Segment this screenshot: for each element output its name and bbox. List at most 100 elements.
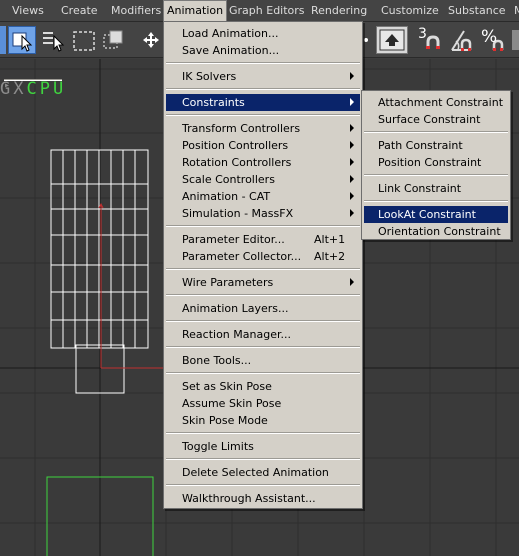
submenu-item-link-constraint[interactable]: Link Constraint [364, 180, 508, 197]
submenu-arrow-icon [350, 141, 354, 149]
menu-item-label: IK Solvers [182, 70, 237, 83]
menu-separator [166, 88, 360, 90]
rectangle-selection-icon [73, 31, 95, 51]
submenu-arrow-icon [350, 98, 354, 106]
menu-modifiers[interactable]: Modifiers [108, 0, 164, 22]
toolbar-overflow[interactable] [510, 26, 519, 54]
menu-item-label: Scale Controllers [182, 173, 275, 186]
menu-graph-editors[interactable]: Graph Editors [226, 0, 308, 22]
menu-item-label: Save Animation... [182, 44, 280, 57]
select-by-name-button[interactable] [40, 26, 66, 54]
angle-snap-button[interactable] [448, 26, 476, 54]
menu-separator [364, 131, 508, 133]
menu-item-toggle-limits[interactable]: Toggle Limits [166, 438, 360, 455]
submenu-arrow-icon [350, 192, 354, 200]
menu-item-label: Parameter Editor... [182, 233, 285, 246]
menu-item-label: Reaction Manager... [182, 328, 291, 341]
menu-item-assume-skin-pose[interactable]: Assume Skin Pose [166, 395, 360, 412]
menu-item-ik-solvers[interactable]: IK Solvers [166, 68, 360, 85]
menu-views[interactable]: Views [9, 0, 47, 22]
menu-separator [166, 320, 360, 322]
menu-item-animation-cat[interactable]: Animation - CAT [166, 188, 360, 205]
menu-item-label: Set as Skin Pose [182, 380, 272, 393]
menu-item-label: Load Animation... [182, 27, 279, 40]
snap-label: 3 [418, 26, 427, 42]
menu-item-label: Simulation - MassFX [182, 207, 294, 220]
move-icon [143, 32, 159, 48]
menu-maxscript[interactable]: M [511, 0, 519, 22]
menu-separator [364, 174, 508, 176]
submenu-item-lookat-constraint[interactable]: LookAt Constraint [364, 206, 508, 223]
menu-separator [166, 114, 360, 116]
constraints-submenu: Attachment Constraint Surface Constraint… [361, 90, 511, 240]
submenu-arrow-icon [350, 278, 354, 286]
menu-item-save-animation[interactable]: Save Animation... [166, 42, 360, 59]
menu-item-animation-layers[interactable]: Animation Layers... [166, 300, 360, 317]
select-by-name-icon [43, 32, 65, 52]
menu-item-delete-selected-animation[interactable]: Delete Selected Animation [166, 464, 360, 481]
menu-separator [166, 225, 360, 227]
menu-item-skin-pose-mode[interactable]: Skin Pose Mode [166, 412, 360, 429]
menu-item-label: Animation - CAT [182, 190, 271, 203]
menu-item-label: Rotation Controllers [182, 156, 292, 169]
menu-item-load-animation[interactable]: Load Animation... [166, 25, 360, 42]
menu-item-walkthrough-assistant[interactable]: Walkthrough Assistant... [166, 490, 360, 507]
menu-separator [166, 484, 360, 486]
viewport-label[interactable]: GX ▸ CPU [0, 79, 66, 99]
submenu-item-attachment-constraint[interactable]: Attachment Constraint [364, 94, 508, 111]
menu-item-label: Constraints [182, 96, 245, 109]
menu-separator [166, 458, 360, 460]
move-button[interactable] [138, 26, 164, 54]
menu-item-simulation-massfx[interactable]: Simulation - MassFX [166, 205, 360, 222]
menu-item-constraints[interactable]: Constraints [166, 94, 360, 111]
snap-toggle-button[interactable]: 3 [416, 26, 446, 54]
align-button[interactable] [376, 26, 408, 54]
menu-item-reaction-manager[interactable]: Reaction Manager... [166, 326, 360, 343]
menu-item-bone-tools[interactable]: Bone Tools... [166, 352, 360, 369]
submenu-item-surface-constraint[interactable]: Surface Constraint [364, 111, 508, 128]
menu-item-rotation-controllers[interactable]: Rotation Controllers [166, 154, 360, 171]
select-cursor-icon [12, 32, 33, 52]
gizmo-lines [98, 202, 165, 369]
menu-item-label: Transform Controllers [182, 122, 301, 135]
menu-item-label: Walkthrough Assistant... [182, 492, 316, 505]
menu-item-parameter-collector[interactable]: Parameter Collector... Alt+2 [166, 248, 360, 265]
menu-item-position-controllers[interactable]: Position Controllers [166, 137, 360, 154]
menu-item-shortcut: Alt+2 [314, 250, 346, 263]
menu-item-label: Skin Pose Mode [182, 414, 268, 427]
menu-separator [166, 372, 360, 374]
submenu-arrow-icon [350, 124, 354, 132]
angle-snap-icon [451, 30, 472, 51]
menu-item-label: Animation Layers... [182, 302, 289, 315]
menu-separator [364, 200, 508, 202]
submenu-arrow-icon [350, 209, 354, 217]
viewport-label-separator: ▸ [4, 79, 63, 91]
menu-item-transform-controllers[interactable]: Transform Controllers [166, 120, 360, 137]
submenu-item-position-constraint[interactable]: Position Constraint [364, 154, 508, 171]
menu-animation[interactable]: Animation [163, 0, 228, 22]
menu-item-shortcut: Alt+1 [314, 233, 346, 246]
submenu-item-orientation-constraint[interactable]: Orientation Constraint [364, 223, 508, 240]
menu-create[interactable]: Create [58, 0, 101, 22]
menu-substance[interactable]: Substance [445, 0, 509, 22]
submenu-item-path-constraint[interactable]: Path Constraint [364, 137, 508, 154]
window-crossing-icon [103, 30, 123, 49]
menu-rendering[interactable]: Rendering [308, 0, 370, 22]
percent-snap-button[interactable]: % [478, 26, 508, 54]
select-object-button[interactable] [8, 26, 36, 54]
percent-label: % [481, 27, 498, 47]
window-crossing-button[interactable] [100, 26, 128, 54]
menu-item-parameter-editor[interactable]: Parameter Editor... Alt+1 [166, 231, 360, 248]
submenu-arrow-icon [350, 175, 354, 183]
menu-item-wire-parameters[interactable]: Wire Parameters [166, 274, 360, 291]
menu-item-label: Position Controllers [182, 139, 289, 152]
menu-separator [166, 62, 360, 64]
rectangular-selection-button[interactable] [70, 26, 98, 54]
menu-item-scale-controllers[interactable]: Scale Controllers [166, 171, 360, 188]
viewport-label-cpu: CPU [26, 79, 67, 99]
menu-bar: Views Create Modifiers Animation Graph E… [0, 0, 519, 22]
menu-item-set-as-skin-pose[interactable]: Set as Skin Pose [166, 378, 360, 395]
menu-customize[interactable]: Customize [378, 0, 442, 22]
menu-item-label: Wire Parameters [182, 276, 274, 289]
submenu-arrow-icon [350, 158, 354, 166]
